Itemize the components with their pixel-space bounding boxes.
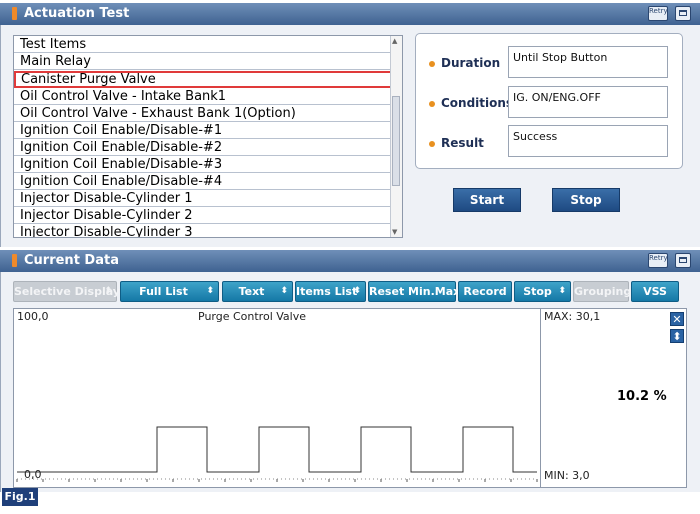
bullet-icon <box>429 101 435 107</box>
retry-label: Retry <box>649 254 668 262</box>
vss-button[interactable]: VSS <box>631 281 679 302</box>
stop-button[interactable]: Stop <box>552 188 620 212</box>
conditions-value: IG. ON/ENG.OFF <box>508 86 668 118</box>
data-side-panel: MAX: 30,1 10.2 % MIN: 3,0 ✕ ⬍ <box>541 308 687 488</box>
bullet-icon <box>429 61 435 67</box>
list-item[interactable]: Ignition Coil Enable/Disable-#2 <box>14 139 392 156</box>
title-marker-icon <box>12 254 17 267</box>
list-item[interactable]: Injector Disable-Cylinder 3 <box>14 224 392 237</box>
updown-icon: ⬍ <box>280 286 288 296</box>
scroll-up-icon[interactable]: ▲ <box>392 37 397 45</box>
result-value: Success <box>508 125 668 157</box>
maximize-icon[interactable] <box>675 6 691 21</box>
current-data-title-bar: Current Data Retry <box>0 250 700 272</box>
list-item[interactable]: Oil Control Valve - Intake Bank1 <box>14 88 392 105</box>
list-item[interactable]: Ignition Coil Enable/Disable-#1 <box>14 122 392 139</box>
list-item[interactable]: Injector Disable-Cylinder 2 <box>14 207 392 224</box>
current-data-title: Current Data <box>24 253 119 268</box>
text-label: Text <box>238 285 265 298</box>
actuation-title: Actuation Test <box>24 6 130 21</box>
maximize-icon[interactable] <box>675 253 691 268</box>
grouping-button: Grouping <box>573 281 631 302</box>
current-data-toolbar: Selective Display ⬍ Full List ⬍ Text ⬍ Item… <box>0 281 700 303</box>
title-marker-icon <box>12 7 17 20</box>
duration-value: Until Stop Button <box>508 46 668 78</box>
test-info-panel: Duration Until Stop Button Conditions IG… <box>415 33 683 169</box>
duration-label: Duration <box>441 56 501 70</box>
scroll-down-icon[interactable]: ▼ <box>392 228 397 236</box>
retry-icon[interactable]: Retry <box>648 253 668 268</box>
list-item[interactable]: Injector Disable-Cylinder 1 <box>14 190 392 207</box>
close-icon[interactable]: ✕ <box>670 312 684 326</box>
data-graph: 100,0 Purge Control Valve 0,0 <box>13 308 541 488</box>
list-item[interactable]: Main Relay <box>14 53 392 70</box>
retry-icon[interactable]: Retry <box>648 6 668 21</box>
text-button[interactable]: Text ⬍ <box>222 281 293 302</box>
list-item-selected[interactable]: Canister Purge Valve <box>14 71 392 88</box>
min-readout: MIN: 3,0 <box>544 469 590 482</box>
retry-label: Retry <box>649 7 668 15</box>
updown-icon: ⬍ <box>104 286 112 296</box>
list-header: Test Items <box>14 36 392 53</box>
result-label: Result <box>441 136 484 150</box>
bullet-icon <box>429 141 435 147</box>
full-list-button[interactable]: Full List ⬍ <box>120 281 219 302</box>
stop-data-label: Stop <box>523 285 552 298</box>
max-readout: MAX: 30,1 <box>544 310 601 323</box>
stop-data-button[interactable]: Stop ⬍ <box>514 281 571 302</box>
updown-icon: ⬍ <box>206 286 214 296</box>
figure-label: Fig.1 <box>2 488 38 506</box>
list-scrollbar[interactable]: ▲ ▼ <box>390 36 402 237</box>
scroll-thumb[interactable] <box>392 96 400 186</box>
start-button[interactable]: Start <box>453 188 521 212</box>
record-button[interactable]: Record <box>458 281 512 302</box>
items-list-button[interactable]: Items List ⬍ <box>295 281 366 302</box>
series-line <box>17 426 537 473</box>
reset-min-max-button[interactable]: Reset Min.Max <box>368 281 460 302</box>
test-items-list: Test Items Main Relay Canister Purge Val… <box>13 35 403 238</box>
updown-icon: ⬍ <box>353 286 361 296</box>
updown-icon: ⬍ <box>558 286 566 296</box>
actuation-title-bar: Actuation Test Retry <box>0 3 700 25</box>
full-list-label: Full List <box>139 285 188 298</box>
items-list-label: Items List <box>296 285 358 298</box>
conditions-label: Conditions <box>441 96 514 110</box>
updown-icon[interactable]: ⬍ <box>670 329 684 343</box>
selective-display-button[interactable]: Selective Display ⬍ <box>13 281 120 302</box>
list-item[interactable]: Oil Control Valve - Exhaust Bank 1(Optio… <box>14 105 392 122</box>
list-item[interactable]: Ignition Coil Enable/Disable-#4 <box>14 173 392 190</box>
list-item[interactable]: Ignition Coil Enable/Disable-#3 <box>14 156 392 173</box>
current-value: 10.2 % <box>617 389 667 404</box>
chart-svg <box>16 426 538 482</box>
